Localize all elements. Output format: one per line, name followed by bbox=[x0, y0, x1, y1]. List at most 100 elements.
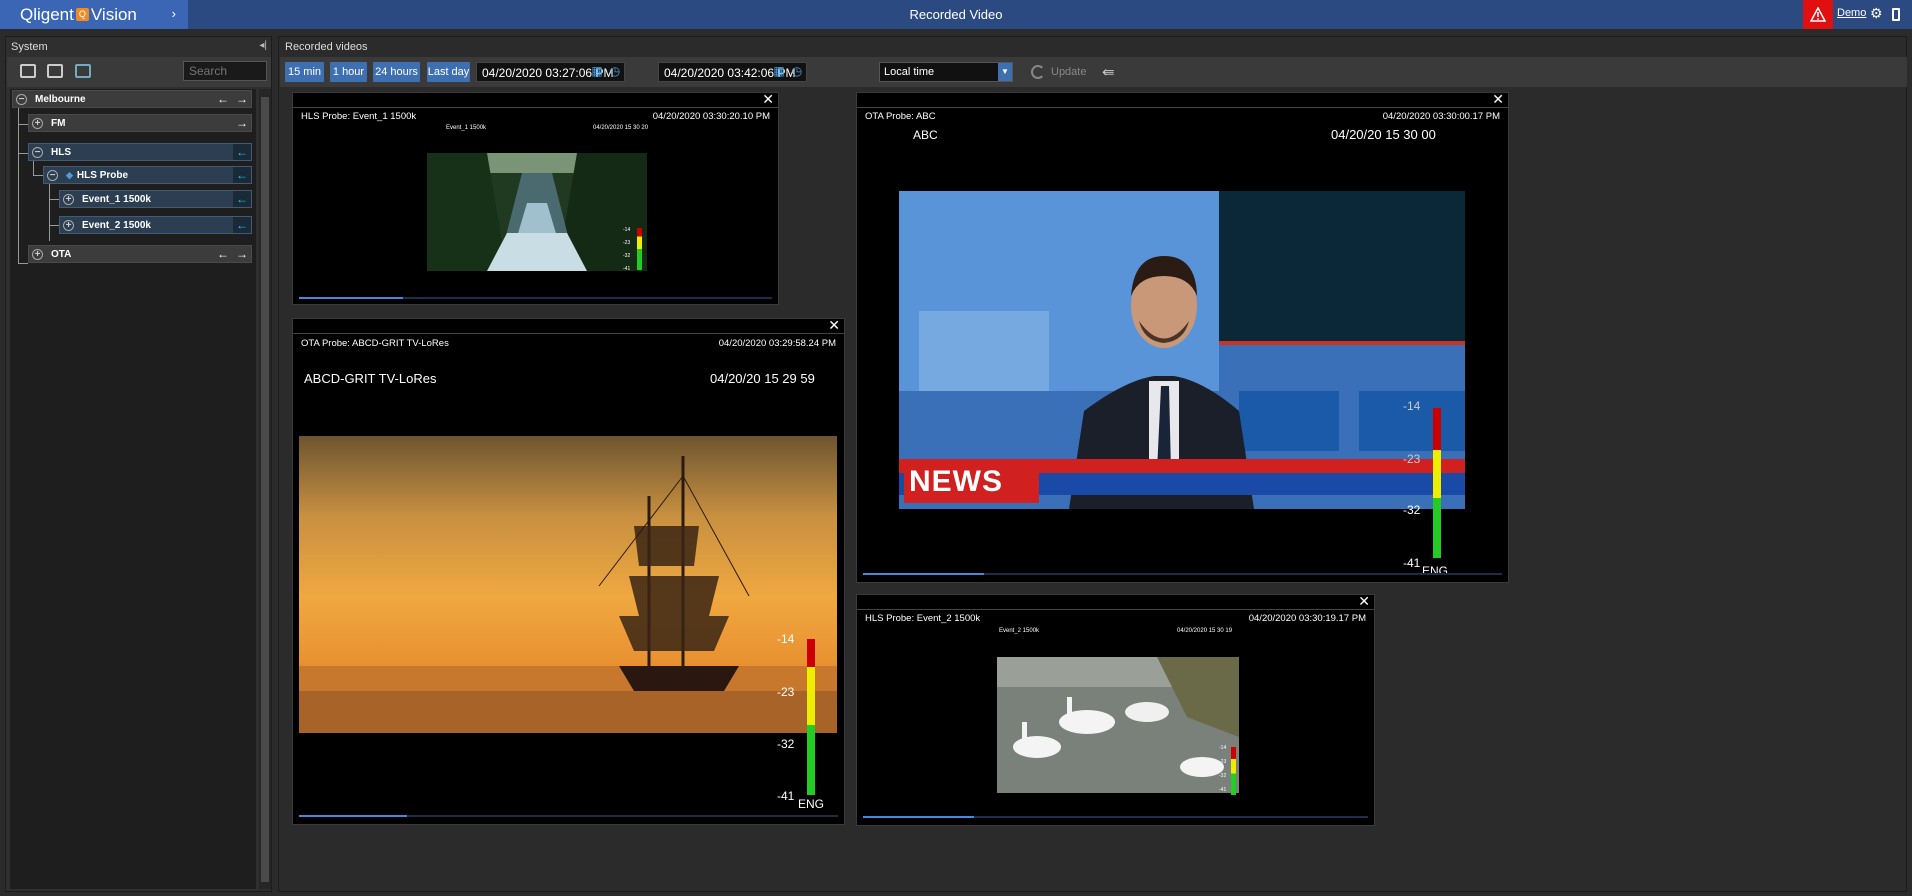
close-icon[interactable]: ✕ bbox=[1358, 593, 1370, 610]
arrow-left-icon[interactable]: ← bbox=[215, 91, 231, 107]
overlay-time: 04/20/2020 15 30 20 bbox=[593, 125, 649, 131]
arrow-left-icon[interactable]: ← bbox=[233, 217, 251, 233]
meter-label: -32 bbox=[1219, 773, 1227, 779]
timezone-select[interactable]: Local time ▼ bbox=[879, 62, 1013, 82]
calendar-icon[interactable]: ▦ bbox=[772, 64, 786, 78]
video-tile-event-1[interactable]: ✕ HLS Probe: Event_1 1500k 04/20/2020 03… bbox=[292, 91, 779, 305]
collapse-icon[interactable]: − bbox=[32, 146, 43, 158]
tree-node-label: HLS bbox=[51, 146, 71, 158]
tree-node-label: HLS Probe bbox=[76, 169, 129, 181]
refresh-icon bbox=[1031, 65, 1045, 80]
tree-node-event-2[interactable]: + Event_2 1500k ← bbox=[59, 216, 252, 234]
overlay-name: ABCD-GRIT TV-LoRes bbox=[304, 371, 437, 386]
tree-node-label: OTA bbox=[51, 248, 72, 260]
tree-node-ota[interactable]: + OTA ← → bbox=[28, 245, 252, 263]
chevron-down-icon[interactable]: ▼ bbox=[998, 63, 1012, 81]
tree-node-melbourne[interactable]: − Melbourne ← → bbox=[12, 90, 252, 108]
arrow-left-icon[interactable]: ← bbox=[233, 167, 251, 183]
probe-view-icon[interactable] bbox=[20, 64, 36, 78]
expand-icon[interactable]: + bbox=[63, 219, 74, 231]
range-24hours-button[interactable]: 24 hours bbox=[373, 62, 420, 82]
video-caption: HLS Probe: Event_1 1500k bbox=[301, 111, 417, 122]
audio-language-label: ENG bbox=[1422, 564, 1449, 578]
arrow-right-icon[interactable]: → bbox=[233, 91, 251, 107]
range-last-day-button[interactable]: Last day bbox=[427, 62, 470, 82]
playback-progress-bar[interactable] bbox=[299, 297, 772, 299]
user-link[interactable]: Demo bbox=[1837, 7, 1866, 19]
recorded-videos-title: Recorded videos bbox=[285, 41, 368, 53]
overlay-time: 04/20/20 15 29 59 bbox=[710, 371, 815, 386]
meter-label: -32 bbox=[623, 253, 631, 259]
meter-label: -23 bbox=[777, 685, 795, 699]
video-tile-abcd-grit[interactable]: ✕ OTA Probe: ABCD-GRIT TV-LoRes 04/20/20… bbox=[292, 317, 845, 825]
calendar-icon[interactable]: ▦ bbox=[590, 64, 604, 78]
tree-node-hls[interactable]: − HLS ← bbox=[28, 143, 252, 161]
scrollbar-thumb[interactable] bbox=[261, 97, 269, 882]
table-view-icon[interactable] bbox=[47, 64, 63, 78]
alert-button[interactable] bbox=[1803, 0, 1833, 29]
gear-icon[interactable]: ⚙ bbox=[1870, 5, 1883, 22]
video-frame-sailing-ship bbox=[299, 436, 837, 733]
collapse-icon[interactable]: − bbox=[47, 169, 58, 181]
meter-label: -23 bbox=[1219, 759, 1227, 765]
tree-node-event-1[interactable]: + Event_1 1500k ← bbox=[59, 190, 252, 208]
expand-icon[interactable]: + bbox=[32, 117, 43, 129]
video-frame-geese bbox=[997, 657, 1239, 793]
range-1hour-button[interactable]: 1 hour bbox=[330, 62, 367, 82]
tree-node-label: Event_2 1500k bbox=[82, 219, 151, 231]
range-15min-button[interactable]: 15 min bbox=[285, 62, 324, 82]
mobile-icon[interactable] bbox=[1892, 8, 1900, 21]
overlay-time: 04/20/2020 15 30 19 bbox=[1177, 628, 1233, 634]
overlay-name: ABC bbox=[913, 128, 938, 142]
collapse-panel-icon[interactable]: ◂| bbox=[259, 40, 267, 51]
tree-node-fm[interactable]: + FM → bbox=[28, 114, 252, 132]
tree-node-label: Melbourne bbox=[35, 93, 86, 105]
arrow-left-icon[interactable]: ← bbox=[233, 191, 251, 207]
clock-icon[interactable]: ◷ bbox=[608, 64, 622, 78]
progress-fill bbox=[863, 816, 975, 818]
video-timestamp: 04/20/2020 03:30:20.10 PM bbox=[652, 111, 770, 122]
playback-progress-bar[interactable] bbox=[863, 573, 1502, 575]
close-icon[interactable]: ✕ bbox=[1492, 91, 1504, 108]
clock-icon[interactable]: ◷ bbox=[790, 64, 804, 78]
tree-scrollbar[interactable] bbox=[259, 89, 271, 889]
video-timestamp: 04/20/2020 03:30:19.17 PM bbox=[1248, 613, 1366, 624]
meter-label: -32 bbox=[1403, 503, 1421, 517]
grid-view-icon[interactable] bbox=[75, 64, 91, 78]
news-banner-text: NEWS bbox=[909, 465, 1003, 498]
video-tile-abc[interactable]: ✕ OTA Probe: ABC 04/20/2020 03:30:00.17 … bbox=[856, 91, 1509, 583]
audio-level-meter bbox=[1433, 408, 1441, 558]
arrow-right-icon[interactable]: → bbox=[233, 115, 251, 131]
overlay-time: 04/20/20 15 30 00 bbox=[1331, 127, 1436, 142]
meter-label: -41 bbox=[1403, 556, 1421, 570]
video-tile-event-2[interactable]: ✕ HLS Probe: Event_2 1500k 04/20/2020 03… bbox=[856, 593, 1375, 826]
search-input[interactable] bbox=[183, 61, 267, 81]
system-panel: System ◂| − Melbourne ← → + FM → − HLS bbox=[5, 36, 272, 892]
system-tree: − Melbourne ← → + FM → − HLS ← − ◆ HLS P… bbox=[10, 89, 256, 889]
timezone-value: Local time bbox=[884, 66, 935, 78]
progress-fill bbox=[299, 815, 407, 817]
video-caption: OTA Probe: ABC bbox=[865, 111, 936, 122]
video-timestamp: 04/20/2020 03:29:58.24 PM bbox=[718, 338, 836, 349]
tree-node-hls-probe[interactable]: − ◆ HLS Probe ← bbox=[43, 166, 252, 184]
collapse-icon[interactable]: − bbox=[16, 93, 27, 105]
meter-label: -23 bbox=[1403, 452, 1421, 466]
close-icon[interactable]: ✕ bbox=[762, 91, 774, 108]
probe-icon: ◆ bbox=[66, 169, 73, 180]
arrow-right-icon[interactable]: → bbox=[233, 246, 251, 262]
page-title: Recorded Video bbox=[909, 7, 1003, 22]
overlay-name: Event_2 1500k bbox=[999, 628, 1040, 634]
expand-icon[interactable]: + bbox=[32, 248, 43, 260]
audio-level-meter bbox=[1231, 747, 1236, 795]
close-icon[interactable]: ✕ bbox=[828, 317, 840, 334]
tree-node-label: FM bbox=[51, 117, 66, 129]
export-icon[interactable]: ⇚ bbox=[1102, 63, 1115, 81]
expand-icon[interactable]: + bbox=[63, 193, 74, 205]
progress-fill bbox=[863, 573, 985, 575]
update-button[interactable]: Update bbox=[1031, 62, 1086, 82]
playback-progress-bar[interactable] bbox=[299, 815, 838, 817]
arrow-left-icon[interactable]: ← bbox=[233, 144, 251, 160]
warning-triangle-icon bbox=[1810, 7, 1826, 22]
arrow-left-icon[interactable]: ← bbox=[215, 246, 231, 262]
playback-progress-bar[interactable] bbox=[863, 816, 1368, 818]
